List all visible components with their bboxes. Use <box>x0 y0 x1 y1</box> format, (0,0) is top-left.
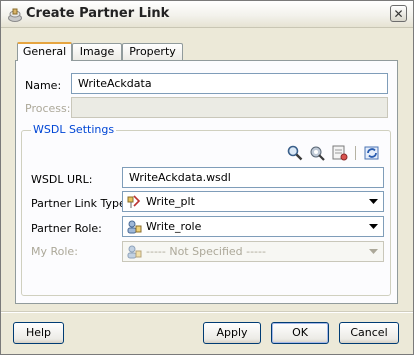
window-title: Create Partner Link <box>26 6 170 21</box>
process-label: Process: <box>25 102 71 115</box>
tab-image[interactable]: Image <box>72 43 122 60</box>
my-role-value: ----- Not Specified ----- <box>146 245 266 258</box>
wsdl-browse-icon[interactable] <box>331 144 349 162</box>
my-role-select: ----- Not Specified ----- <box>122 241 384 262</box>
chevron-down-icon[interactable] <box>365 218 382 235</box>
name-label: Name: <box>25 79 61 92</box>
partner-link-icon <box>8 8 22 22</box>
apply-button[interactable]: Apply <box>203 322 261 344</box>
wsdl-url-input[interactable]: WriteAckdata.wsdl <box>122 167 384 188</box>
help-button[interactable]: Help <box>13 322 64 344</box>
footer-separator <box>1 311 413 313</box>
search-icon[interactable] <box>286 144 304 162</box>
my-role-label: My Role: <box>31 245 78 258</box>
process-input <box>71 97 388 118</box>
close-button[interactable]: ✕ <box>390 5 407 22</box>
role-icon <box>127 220 142 234</box>
partner-link-type-icon <box>127 195 141 208</box>
partner-role-label: Partner Role: <box>31 222 102 235</box>
service-explorer-icon[interactable] <box>308 144 326 162</box>
tab-label: Property <box>129 45 176 58</box>
close-icon: ✕ <box>393 6 404 21</box>
chevron-down-icon <box>369 249 378 254</box>
partner-link-type-label: Partner Link Type: <box>31 197 130 210</box>
tab-property[interactable]: Property <box>122 43 183 60</box>
wsdl-url-label: WSDL URL: <box>31 173 93 186</box>
name-input[interactable]: WriteAckdata <box>71 73 388 94</box>
role-icon <box>127 245 142 259</box>
title-bar[interactable]: Create Partner Link ✕ <box>1 1 413 28</box>
partner-role-select[interactable]: Write_role <box>122 216 384 237</box>
partner-link-type-value: Write_plt <box>146 195 195 208</box>
ok-button[interactable]: OK <box>271 322 329 344</box>
chevron-down-icon[interactable] <box>365 193 382 210</box>
wsdl-settings-title: WSDL Settings <box>31 123 117 136</box>
tab-general[interactable]: General <box>17 42 72 61</box>
name-label-text: Name: <box>25 79 62 92</box>
refresh-icon[interactable] <box>363 144 381 162</box>
partner-role-value: Write_role <box>146 220 202 233</box>
tab-label: General <box>22 45 67 58</box>
tab-label: Image <box>79 45 115 58</box>
toolbar-separator <box>355 146 356 160</box>
cancel-button[interactable]: Cancel <box>339 322 399 344</box>
create-partner-link-dialog: Create Partner Link ✕ General Image Prop… <box>0 0 414 355</box>
partner-link-type-select[interactable]: Write_plt <box>122 191 384 212</box>
